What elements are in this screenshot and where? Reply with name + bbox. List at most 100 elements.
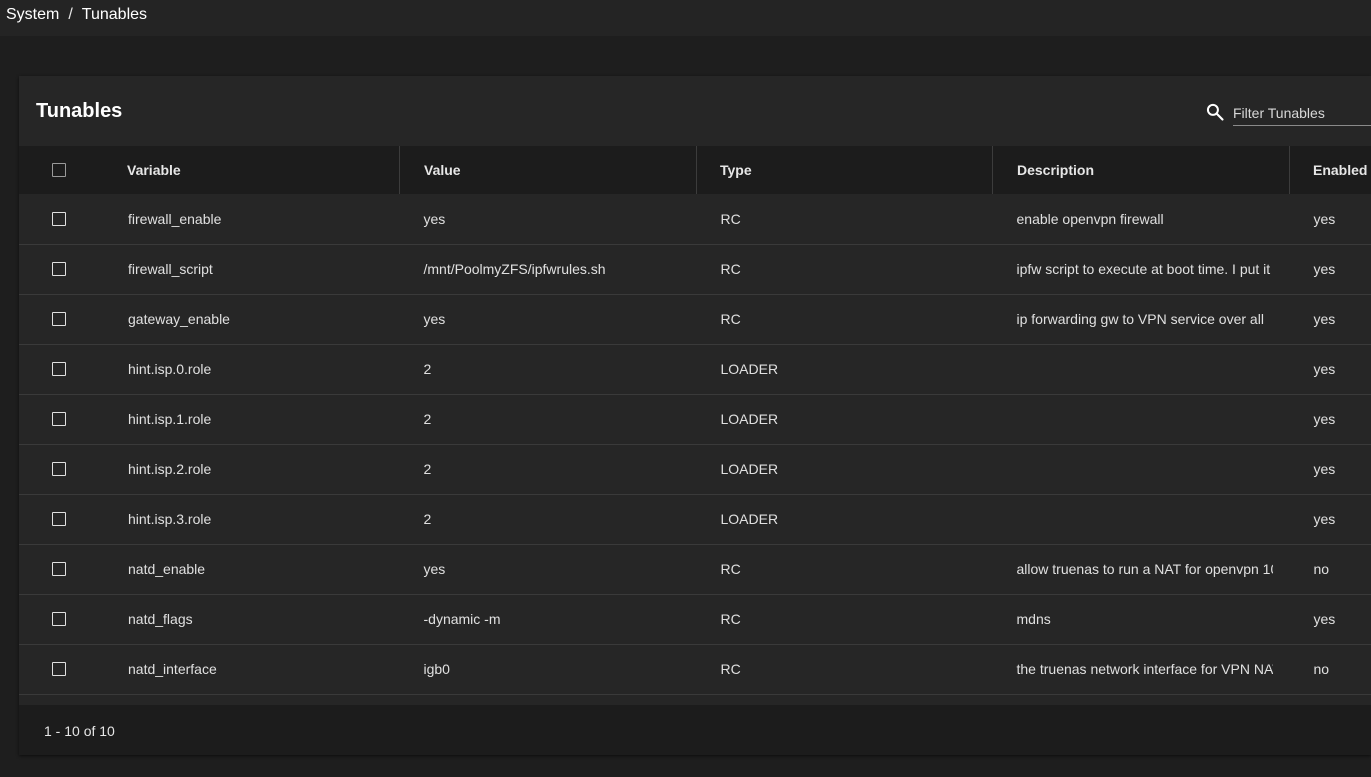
variable-cell: gateway_enable (128, 311, 230, 327)
column-header-variable[interactable]: Variable (103, 146, 400, 194)
row-select-cell (19, 294, 103, 344)
row-checkbox[interactable] (52, 412, 66, 426)
table-row[interactable]: hint.isp.1.role 2 LOADER yes (19, 394, 1371, 444)
type-cell: RC (720, 561, 741, 577)
type-cell: RC (720, 210, 741, 227)
row-checkbox[interactable] (52, 662, 66, 676)
variable-cell: natd_enable (128, 561, 206, 577)
variable-cell: hint.isp.0.role (128, 361, 212, 377)
tunables-table: Variable Value Type Description Enabled … (19, 146, 1371, 695)
type-cell: RC (720, 611, 741, 627)
enabled-cell: yes (1313, 311, 1336, 327)
table-row[interactable]: natd_flags -dynamic -m RC mdns yes (19, 594, 1371, 644)
variable-cell: firewall_script (128, 261, 213, 277)
table-row[interactable]: firewall_enable yes RC enable openvpn firew… (19, 194, 1371, 244)
row-checkbox[interactable] (52, 262, 66, 276)
value-cell: yes (423, 311, 446, 327)
header-select-cell (19, 146, 103, 194)
row-checkbox[interactable] (52, 612, 66, 626)
row-checkbox[interactable] (52, 211, 66, 226)
table-row[interactable]: hint.isp.0.role 2 LOADER yes (19, 344, 1371, 394)
table-row[interactable]: firewall_script/mnt/PoolmyZFS/ipfwrules.… (19, 244, 1371, 294)
enabled-cell: yes (1313, 411, 1336, 427)
table-row[interactable]: gateway_enable yes RC ip forwarding gw to V… (19, 294, 1371, 344)
description-cell: the truenas network interface for VPN NA… (1016, 661, 1273, 677)
value-cell: 2 (423, 361, 432, 377)
breadcrumb-separator: / (68, 6, 73, 23)
enabled-cell: no (1313, 661, 1330, 677)
table-row[interactable]: natd_interface igb0 RC the truenas network … (19, 644, 1371, 694)
value-cell: yes (423, 210, 446, 227)
filter-tunables-input[interactable] (1233, 101, 1371, 126)
variable-cell: natd_flags (128, 611, 193, 627)
row-checkbox[interactable] (52, 312, 66, 326)
description-cell: mdns (1016, 611, 1051, 627)
breadcrumb-item-system[interactable]: System (6, 6, 59, 24)
variable-cell: hint.isp.3.role (128, 511, 212, 527)
search-icon (1206, 103, 1224, 121)
description-cell: enable openvpn firewall (1016, 210, 1164, 227)
row-checkbox[interactable] (52, 462, 66, 476)
type-cell: RC (720, 661, 741, 677)
column-header-enabled[interactable]: Enabled (1290, 146, 1371, 194)
table-row[interactable]: natd_enable yes RC allow truenas to run a N… (19, 544, 1371, 594)
description-cell: allow truenas to run a NAT for openvpn 1… (1016, 561, 1273, 577)
tunables-card: Tunables Variable Value Type Description… (19, 76, 1371, 755)
row-select-cell (19, 344, 103, 394)
row-select-cell (19, 394, 103, 444)
table-footer: 1 - 10 of 10 (19, 705, 1371, 755)
enabled-cell: yes (1313, 210, 1336, 227)
variable-cell: hint.isp.2.role (128, 461, 212, 477)
enabled-cell: yes (1313, 261, 1336, 277)
table-header-row: Variable Value Type Description Enabled (19, 146, 1371, 194)
enabled-cell: no (1313, 561, 1330, 577)
description-cell (993, 444, 1290, 494)
type-cell: LOADER (720, 361, 779, 377)
enabled-cell: yes (1313, 461, 1336, 477)
table-row[interactable]: hint.isp.2.role 2 LOADER yes (19, 444, 1371, 494)
description-cell: ipfw script to execute at boot time. I p… (1016, 261, 1271, 277)
value-cell: 2 (423, 461, 432, 477)
type-cell: LOADER (720, 511, 779, 527)
description-cell (993, 344, 1290, 394)
value-cell: /mnt/PoolmyZFS/ipfwrules.sh (423, 261, 606, 277)
top-bar: System / Tunables (0, 0, 1371, 36)
variable-cell: firewall_enable (128, 210, 222, 227)
row-select-cell (19, 594, 103, 644)
pagination-range: 1 - 10 of 10 (44, 723, 115, 739)
value-cell: yes (423, 561, 446, 577)
row-checkbox[interactable] (52, 512, 66, 526)
enabled-cell: yes (1313, 511, 1336, 527)
value-cell: igb0 (423, 661, 450, 677)
type-cell: RC (720, 311, 741, 327)
description-cell (993, 494, 1290, 544)
row-select-cell (19, 444, 103, 494)
type-cell: LOADER (720, 461, 779, 477)
type-cell: LOADER (720, 411, 779, 427)
enabled-cell: yes (1313, 611, 1336, 627)
table-row[interactable]: hint.isp.3.role 2 LOADER yes (19, 494, 1371, 544)
page-title: Tunables (36, 100, 123, 122)
select-all-checkbox[interactable] (52, 163, 66, 177)
breadcrumb: System / Tunables (6, 6, 147, 24)
row-select-cell (19, 544, 103, 594)
value-cell: 2 (423, 411, 432, 427)
description-cell: ip forwarding gw to VPN service over all (1016, 311, 1264, 327)
value-cell: -dynamic -m (423, 611, 501, 627)
description-cell (993, 394, 1290, 444)
row-select-cell (19, 244, 103, 294)
breadcrumb-item-tunables: Tunables (81, 6, 148, 23)
column-header-description[interactable]: Description (992, 146, 1290, 194)
row-checkbox[interactable] (52, 562, 66, 576)
enabled-cell: yes (1313, 361, 1336, 377)
row-select-cell (19, 494, 103, 544)
row-select-cell (19, 194, 103, 244)
row-checkbox[interactable] (52, 362, 66, 376)
column-header-value[interactable]: Value (399, 146, 697, 194)
row-select-cell (19, 644, 103, 694)
variable-cell: hint.isp.1.role (128, 411, 212, 427)
column-header-type[interactable]: Type (696, 146, 993, 194)
value-cell: 2 (423, 511, 432, 527)
filter-box (1205, 101, 1371, 127)
type-cell: RC (720, 261, 741, 277)
